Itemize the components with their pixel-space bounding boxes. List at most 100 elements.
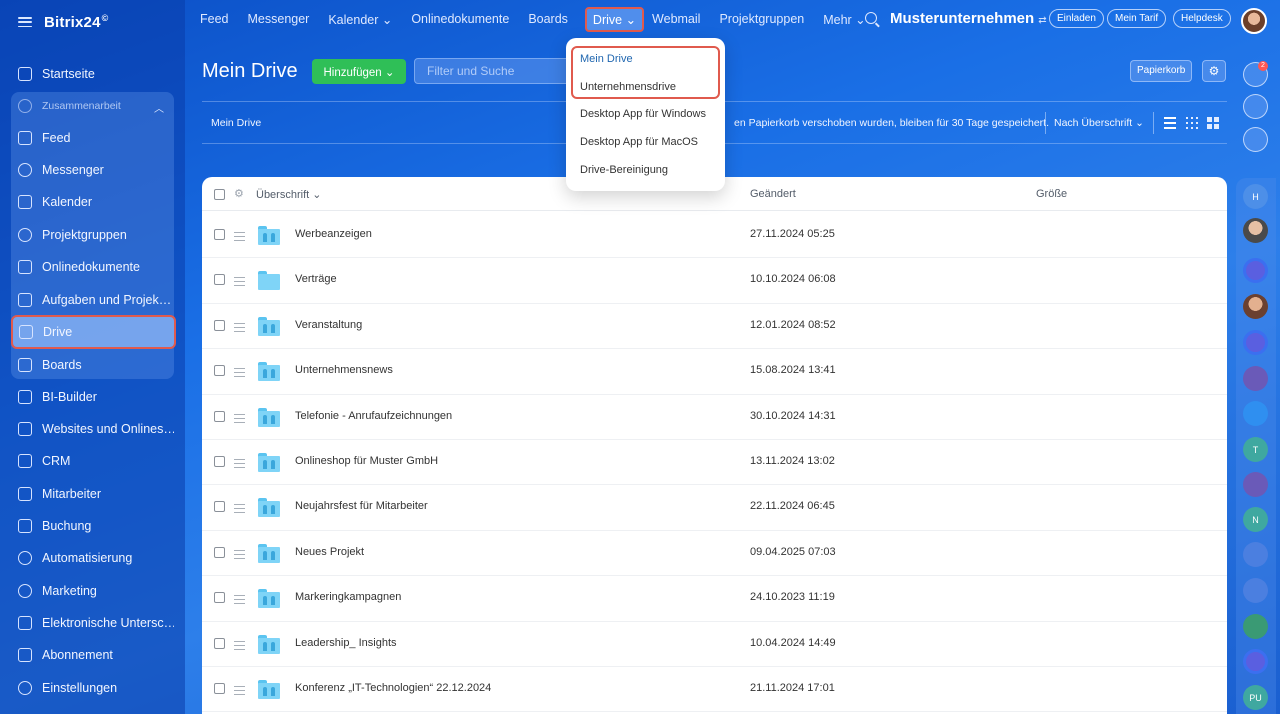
table-row[interactable]: Leadership_ Insights 10.04.2024 14:49 [202,622,1227,667]
drag-handle-icon[interactable] [234,459,245,471]
row-checkbox[interactable] [214,683,225,694]
topnav-kalender[interactable]: Kalender ⌄ [328,12,392,27]
sidebar-item-einstellungen[interactable]: Einstellungen [12,673,174,703]
search-icon[interactable] [865,12,877,24]
drag-handle-icon[interactable] [234,549,245,562]
topnav-onlinedokumente[interactable]: Onlinedokumente [411,12,509,26]
table-row[interactable]: Veranstaltung 12.01.2024 08:52 [202,304,1227,350]
chat-avatar[interactable] [1243,294,1268,319]
file-name[interactable]: Onlineshop für Muster GmbH [295,455,438,467]
menu-icon[interactable] [18,17,32,27]
sidebar-item-kalender[interactable]: Kalender [12,187,174,217]
copilot-icon[interactable] [1243,94,1268,119]
sidebar-item-websites[interactable]: Websites und Onlines… [12,414,174,444]
drag-handle-icon[interactable] [234,232,245,244]
row-checkbox[interactable] [214,229,225,240]
file-name[interactable]: Leadership_ Insights [295,637,397,649]
sidebar-item-mitarbeiter[interactable]: Mitarbeiter [12,479,174,509]
topnav-mehr[interactable]: Mehr ⌄ [823,12,865,27]
chat-icon[interactable] [1243,127,1268,152]
search-input[interactable] [414,58,574,84]
menu-item-unternehmensdrive[interactable]: Unternehmensdrive [580,81,676,93]
chat-avatar-pu[interactable]: PU [1243,685,1268,710]
lock-icon[interactable] [1243,578,1268,603]
table-row[interactable]: Neues Projekt 09.04.2025 07:03 [202,531,1227,577]
sort-dropdown[interactable]: Nach Überschrift ⌄ [1054,117,1144,129]
copilot-chat-icon[interactable] [1243,330,1268,355]
table-row[interactable]: Unternehmensnews 15.08.2024 13:41 [202,349,1227,395]
sidebar-item-onlinedokumente[interactable]: Onlinedokumente [12,252,174,282]
file-name[interactable]: Markeringkampagnen [295,591,401,603]
sidebar-item-projektgruppen[interactable]: Projektgruppen [12,220,174,250]
drag-handle-icon[interactable] [234,277,245,289]
sidebar-item-buchung[interactable]: Buchung [12,511,174,541]
sidebar-item-feed[interactable]: Feed [12,123,174,153]
row-checkbox[interactable] [214,501,225,513]
row-checkbox[interactable] [214,546,225,558]
chat-avatar-n[interactable]: N [1243,507,1268,532]
sidebar-item-automatisierung[interactable]: Automatisierung [12,543,174,573]
tile-view-icon[interactable] [1207,117,1219,129]
sidebar-item-signature[interactable]: Elektronische Untersc… [12,608,174,638]
file-name[interactable]: Neues Projekt [295,546,364,558]
sidebar-item-drive[interactable]: Drive [11,315,176,349]
table-row[interactable]: Werbeanzeigen 27.11.2024 05:25 [202,213,1227,259]
sidebar-item-messenger[interactable]: Messenger [12,155,174,185]
add-button[interactable]: Hinzufügen ⌄ [312,59,406,84]
list-view-icon[interactable] [1164,117,1176,129]
table-row[interactable]: Verträge 10.10.2024 06:08 [202,258,1227,304]
sidebar-group-zusammenarbeit[interactable]: Zusammenarbeit ︿ [12,92,174,120]
task-icon[interactable] [1243,472,1268,497]
tariff-button[interactable]: Mein Tarif [1107,9,1167,28]
sidebar-item-boards[interactable]: Boards [12,350,174,380]
file-name[interactable]: Telefonie - Anrufaufzeichnungen [295,410,452,422]
user-avatar[interactable] [1241,8,1267,34]
helpdesk-button[interactable]: Helpdesk [1173,9,1231,28]
row-checkbox[interactable] [214,319,225,331]
topnav-projektgruppen[interactable]: Projektgruppen [719,12,804,26]
sidebar-item-aufgaben[interactable]: Aufgaben und Projek… [12,285,174,315]
table-row[interactable]: Markeringkampagnen 24.10.2023 11:19 [202,576,1227,622]
chat-avatar[interactable] [1243,218,1268,243]
group-chat-icon[interactable] [1243,542,1268,567]
table-row[interactable]: Konferenz „IT-Technologien“ 22.12.2024 21… [202,667,1227,713]
row-checkbox[interactable] [214,592,225,604]
table-row[interactable]: Onlineshop für Muster GmbH 13.11.2024 13:… [202,440,1227,486]
brand-logo[interactable]: Bitrix24© [44,13,108,31]
table-row[interactable]: Telefonie - Anrufaufzeichnungen 30.10.202… [202,395,1227,440]
row-checkbox[interactable] [214,274,225,286]
row-checkbox[interactable] [214,365,225,377]
topnav-messenger[interactable]: Messenger [248,12,310,26]
row-checkbox[interactable] [214,637,225,649]
column-header-modified[interactable]: Geändert [750,188,796,200]
sidebar-item-crm[interactable]: CRM [12,446,174,476]
gear-icon[interactable]: ⚙ [1202,60,1226,82]
drag-handle-icon[interactable] [234,504,245,516]
row-checkbox[interactable] [214,456,225,467]
file-name[interactable]: Konferenz „IT-Technologien“ 22.12.2024 [295,682,491,694]
topnav-webmail[interactable]: Webmail [652,12,700,26]
lock-icon[interactable] [1243,366,1268,391]
column-header-size[interactable]: Größe [1036,188,1067,200]
task-icon[interactable] [1243,614,1268,639]
topnav-boards[interactable]: Boards [528,12,568,26]
drag-handle-icon[interactable] [234,686,245,698]
sidebar-item-bi-builder[interactable]: BI-Builder [12,382,174,412]
trash-button[interactable]: Papierkorb [1130,60,1193,82]
menu-item-desktop-windows[interactable]: Desktop App für Windows [580,108,706,120]
file-name[interactable]: Unternehmensnews [295,364,393,376]
topnav-feed[interactable]: Feed [200,12,229,26]
copilot-chat-icon[interactable] [1243,258,1268,283]
table-row[interactable]: Neujahrsfest für Mitarbeiter 22.11.2024 0… [202,485,1227,531]
gear-icon[interactable]: ⚙ [234,187,244,200]
sidebar-item-abonnement[interactable]: Abonnement [12,640,174,670]
drag-handle-icon[interactable] [234,322,245,335]
swap-icon[interactable]: ⇄ [1038,15,1046,26]
select-all-checkbox[interactable] [214,189,225,200]
file-name[interactable]: Veranstaltung [295,319,362,331]
row-checkbox[interactable] [214,410,225,422]
topnav-drive[interactable]: Drive ⌄ [584,6,645,32]
file-name[interactable]: Werbeanzeigen [295,228,372,240]
menu-item-mein-drive[interactable]: Mein Drive [580,53,633,65]
company-name[interactable]: Musterunternehmen ⇄ [890,10,1047,27]
